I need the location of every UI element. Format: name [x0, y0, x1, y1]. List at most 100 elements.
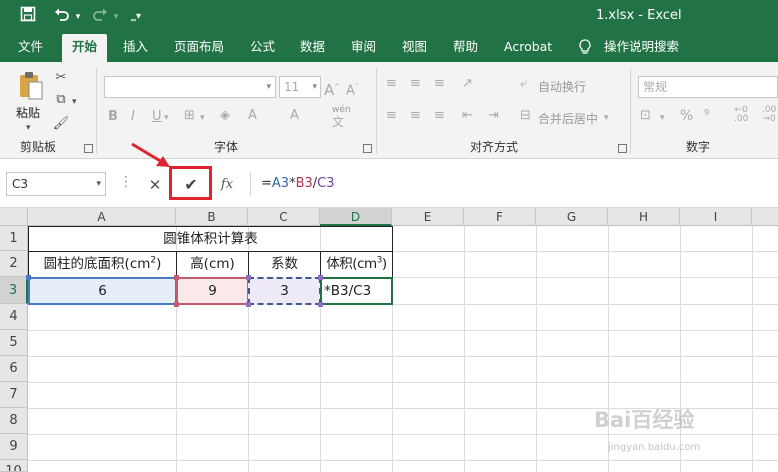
cell-b2[interactable]: 高(cm) [177, 252, 248, 277]
tab-help[interactable]: 帮助 [453, 34, 478, 62]
cell-b3[interactable]: 9 [176, 277, 249, 305]
ref-handle[interactable] [246, 275, 251, 280]
number-format-box[interactable]: 常规 [638, 76, 778, 98]
column-header-d[interactable]: D [320, 208, 392, 226]
row-header-4[interactable]: 4 [0, 304, 28, 330]
middle-align-icon[interactable]: ≡ [410, 76, 421, 92]
customize-icon[interactable]: ‗▾ [124, 6, 148, 28]
border-icon[interactable]: ⊞ [184, 108, 195, 124]
copy-icon[interactable]: ⧉ [52, 92, 70, 108]
column-header-c[interactable]: C [248, 208, 320, 226]
increase-decimal-icon[interactable]: ←0.00 [734, 106, 748, 124]
decrease-font-icon[interactable]: Aˇ [346, 79, 358, 99]
comma-style-icon[interactable]: ⁹ [704, 108, 709, 124]
merge-dropdown-icon[interactable]: ▾ [604, 110, 609, 126]
tab-data[interactable]: 数据 [300, 34, 325, 62]
clipboard-launcher-icon[interactable] [84, 144, 93, 153]
decrease-decimal-icon[interactable]: .00 →0 [762, 106, 776, 124]
copy-dropdown-icon[interactable]: ▾ [72, 94, 77, 110]
cancel-button[interactable]: ✕ [144, 174, 166, 196]
row-header-3[interactable]: 3 [0, 277, 28, 304]
italic-button[interactable]: I [131, 109, 135, 125]
font-size-box[interactable]: 11 ▾ [279, 76, 321, 98]
select-all-corner[interactable] [0, 208, 28, 226]
tab-page-layout[interactable]: 页面布局 [174, 34, 224, 62]
increase-font-icon[interactable]: A^ [324, 79, 340, 98]
tab-acrobat[interactable]: Acrobat [504, 34, 552, 62]
format-painter-icon[interactable]: 🖌 [52, 116, 70, 132]
underline-button[interactable]: U [152, 109, 162, 125]
insert-function-button[interactable]: fx [216, 174, 238, 196]
font-name-box[interactable]: ▾ [104, 76, 276, 98]
decrease-indent-icon[interactable]: ⇤ [462, 108, 473, 124]
alignment-launcher-icon[interactable] [618, 144, 627, 153]
cell-a3[interactable]: 6 [28, 277, 177, 305]
column-header-i[interactable]: I [680, 208, 752, 226]
font-size-dropdown-icon[interactable]: ▾ [312, 77, 317, 97]
tab-formulas[interactable]: 公式 [250, 34, 275, 62]
name-box-dropdown-icon[interactable]: ▾ [96, 173, 101, 195]
paste-label[interactable]: 粘贴 [16, 105, 40, 121]
font-launcher-icon[interactable] [363, 144, 372, 153]
ref-handle[interactable] [26, 275, 31, 280]
cell-c3[interactable]: 3 [248, 277, 321, 305]
formula-input[interactable]: =A3*B3/C3 [250, 172, 778, 196]
column-header-j[interactable] [752, 208, 778, 226]
align-right-icon[interactable]: ≡ [434, 108, 445, 124]
currency-dropdown-icon[interactable]: ▾ [660, 110, 665, 126]
name-box[interactable]: C3 ▾ [6, 172, 106, 196]
undo-dropdown-icon[interactable]: ▾ [66, 6, 90, 28]
bottom-align-icon[interactable]: ≡ [434, 76, 445, 92]
font-color-icon[interactable]: A [248, 108, 257, 124]
top-align-icon[interactable]: ≡ [386, 76, 397, 92]
tab-insert[interactable]: 插入 [123, 34, 148, 62]
save-icon[interactable] [16, 6, 40, 28]
row-header-1[interactable]: 1 [0, 226, 28, 251]
merge-center-icon[interactable]: ⊟ [520, 108, 531, 124]
phonetic-icon[interactable]: 文 [332, 114, 344, 130]
cell-d3-editing[interactable]: *B3/C3 [320, 277, 393, 305]
underline-dropdown-icon[interactable]: ▾ [164, 110, 169, 126]
align-left-icon[interactable]: ≡ [386, 108, 397, 124]
fill-color-icon[interactable]: ◈ [220, 108, 230, 124]
cell-c2[interactable]: 系数 [249, 252, 320, 277]
cell-a2[interactable]: 圆柱的底面积(cm2) [29, 252, 176, 277]
row-header-6[interactable]: 6 [0, 356, 28, 382]
ref-handle[interactable] [174, 302, 179, 307]
row-header-5[interactable]: 5 [0, 330, 28, 356]
tab-review[interactable]: 审阅 [351, 34, 376, 62]
tell-me-search[interactable]: 操作说明搜索 [604, 34, 679, 62]
paste-dropdown-icon[interactable]: ▾ [26, 120, 31, 136]
column-header-a[interactable]: A [28, 208, 176, 226]
column-header-b[interactable]: B [176, 208, 248, 226]
align-center-icon[interactable]: ≡ [410, 108, 421, 124]
bold-button[interactable]: B [108, 109, 118, 125]
column-header-h[interactable]: H [608, 208, 680, 226]
border-dropdown-icon[interactable]: ▾ [200, 110, 205, 126]
ref-handle[interactable] [174, 275, 179, 280]
tab-view[interactable]: 视图 [402, 34, 427, 62]
tab-file[interactable]: 文件 [18, 34, 43, 62]
merge-center-label[interactable]: 合并后居中 [538, 111, 598, 127]
tab-home[interactable]: 开始 [62, 34, 108, 62]
currency-icon[interactable]: ⊡ [640, 108, 651, 124]
paste-icon[interactable] [16, 70, 46, 102]
row-header-8[interactable]: 8 [0, 408, 28, 434]
column-header-f[interactable]: F [464, 208, 536, 226]
ref-handle[interactable] [246, 302, 251, 307]
column-header-e[interactable]: E [392, 208, 464, 226]
wrap-text-label[interactable]: 自动换行 [538, 79, 586, 95]
ref-handle[interactable] [318, 275, 323, 280]
more-options-icon[interactable]: ⋮ [119, 174, 133, 190]
row-header-10[interactable]: 10 [0, 460, 28, 472]
font-name-dropdown-icon[interactable]: ▾ [266, 77, 271, 97]
cut-icon[interactable]: ✂ [52, 70, 70, 86]
row-header-9[interactable]: 9 [0, 434, 28, 460]
increase-indent-icon[interactable]: ⇥ [488, 108, 499, 124]
cell-d2[interactable]: 体积(cm3) [321, 252, 392, 277]
column-header-g[interactable]: G [536, 208, 608, 226]
cell-a1-title[interactable]: 圆锥体积计算表 [29, 227, 392, 251]
row-header-2[interactable]: 2 [0, 251, 28, 277]
orientation-icon[interactable]: ↗ [462, 76, 473, 92]
row-header-7[interactable]: 7 [0, 382, 28, 408]
